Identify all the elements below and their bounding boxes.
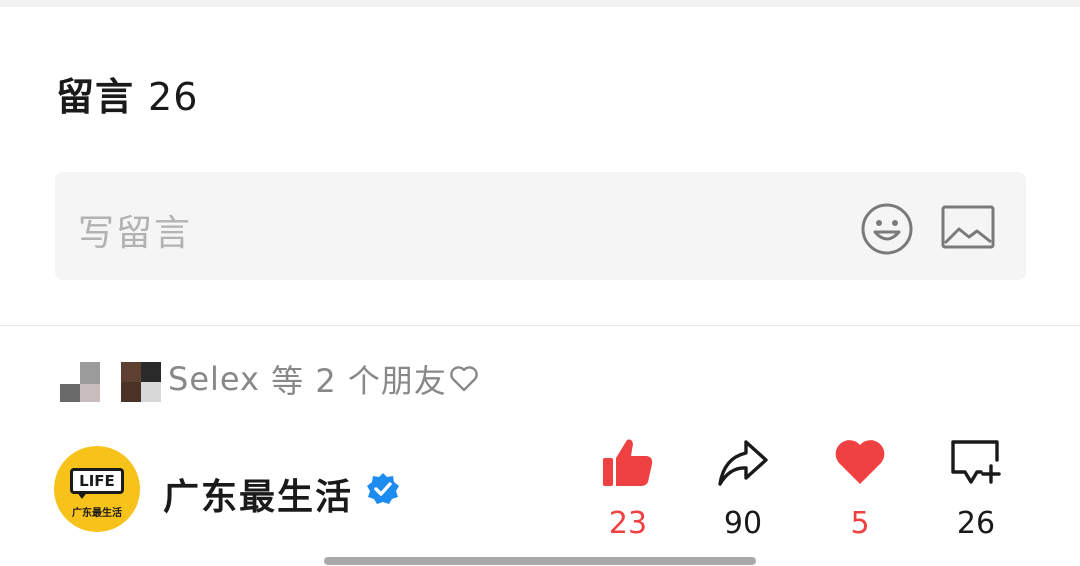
verified-badge-icon xyxy=(367,473,399,504)
logo-bubble-tail xyxy=(76,491,88,499)
heart-icon xyxy=(835,440,885,484)
thumbs-up-icon xyxy=(603,439,653,486)
logo-subtext: 广东最生活 xyxy=(72,508,122,519)
friend-name: Selex xyxy=(168,360,260,398)
comment-add-icon xyxy=(951,440,1001,484)
share-button[interactable]: 90 xyxy=(698,436,788,546)
comment-button[interactable]: 26 xyxy=(931,436,1021,546)
like-button[interactable]: 23 xyxy=(583,436,673,546)
account-logo[interactable]: LIFE 广东最生活 xyxy=(54,446,140,532)
share-count: 90 xyxy=(723,506,763,541)
friend-avatar[interactable] xyxy=(60,362,100,402)
top-divider-strip xyxy=(0,0,1080,7)
home-indicator-bar[interactable] xyxy=(324,557,756,565)
comment-input-placeholder[interactable]: 写留言 xyxy=(78,204,192,256)
favorite-count: 5 xyxy=(850,506,870,541)
comments-title: 留言 xyxy=(56,75,135,119)
smiley-face-icon[interactable] xyxy=(860,202,914,256)
friend-avatar[interactable] xyxy=(121,362,161,402)
friends-suffix: 等 xyxy=(271,362,305,400)
friends-count: 2 个朋友 xyxy=(315,362,447,400)
account-name[interactable]: 广东最生活 xyxy=(163,468,353,520)
favorite-button[interactable]: 5 xyxy=(815,436,905,546)
comments-header: 留言 26 xyxy=(56,66,198,121)
heart-outline-icon xyxy=(450,366,478,392)
share-arrow-icon xyxy=(718,440,768,486)
comments-count: 26 xyxy=(148,75,199,119)
comment-count: 26 xyxy=(956,506,996,541)
comment-input-box[interactable]: 写留言 xyxy=(55,172,1026,280)
image-picture-icon[interactable] xyxy=(941,205,995,249)
like-count: 23 xyxy=(608,506,648,541)
friends-liked-text: Selex 等 2 个朋友 xyxy=(168,356,479,402)
section-divider xyxy=(0,325,1080,326)
